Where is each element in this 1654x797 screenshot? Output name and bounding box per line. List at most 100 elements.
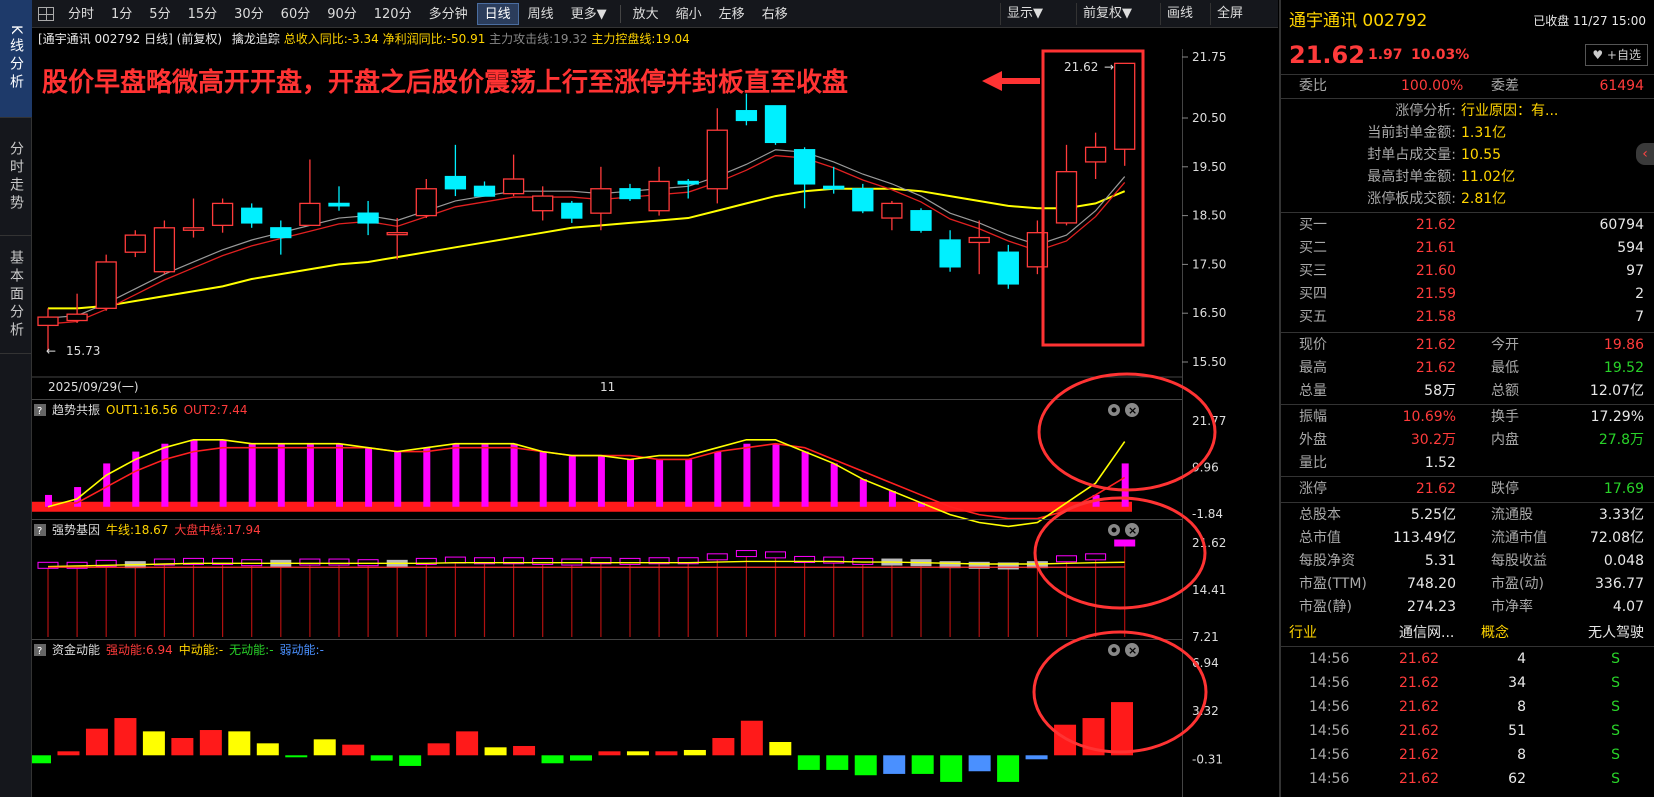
fund-label: 总股本 [1299,507,1341,523]
concept-label[interactable]: 概念 [1481,622,1509,645]
momentum-bar [342,744,365,756]
candle-body [648,180,670,212]
panel1-close-icon[interactable]: × [1125,403,1139,417]
gene-box [1085,553,1107,561]
limit-row: 涨停 21.62 跌停 17.69 [1281,478,1654,501]
momentum-bar [883,755,906,774]
industry-label[interactable]: 行业 [1289,622,1317,645]
chart-action-button[interactable]: 右移 [754,3,796,25]
period-button[interactable]: 30分 [226,3,272,25]
tick-side: S [1611,723,1620,739]
highlight-ellipse-2 [1033,496,1207,610]
period-button[interactable]: 1分 [103,3,140,25]
draw-button[interactable]: 画线 [1160,3,1199,25]
panel2-gear-icon[interactable] [1108,524,1120,536]
fund-value: 113.49亿 [1393,530,1456,546]
panel2-axis-label: 21.62 [1192,536,1226,550]
momentum-bar [228,731,251,756]
bid-level-label: 买五 [1299,309,1327,325]
resonance-bar [336,443,343,507]
candle-body [823,185,845,190]
quote-row: 量比 1.52 [1281,452,1654,475]
fund-label: 流通市值 [1491,530,1547,546]
resonance-bar [248,443,256,507]
momentum-bar [142,731,165,756]
candle-body [764,105,787,144]
limit-analysis-key: 涨停分析: [1395,103,1456,119]
bid-volume: 97 [1626,263,1644,279]
panel2-market: 大盘中线:17.94 [174,522,260,537]
resonance-bar [568,455,576,507]
industry-value[interactable]: 通信网... [1399,622,1454,645]
resonance-bar [539,451,547,507]
panel1-gear-icon[interactable] [1108,404,1120,416]
period-button[interactable]: 15分 [180,3,226,25]
period-button[interactable]: 日线 [476,2,519,25]
stat-value: 21.62 [1415,337,1456,353]
resonance-bar [627,459,634,507]
period-button[interactable]: 多分钟 [421,3,476,25]
tick-side: S [1611,699,1620,715]
momentum-bar [854,755,877,776]
fullscreen-button[interactable]: 全屏 [1210,3,1249,25]
attack-line: 主力攻击线:19.32 [489,32,588,46]
concept-value[interactable]: 无人驾驶 [1588,622,1644,645]
bid-level-label: 买四 [1299,286,1327,302]
chart-action-button[interactable]: 缩小 [668,3,710,25]
candle-body [415,188,437,217]
momentum-bar [456,731,479,756]
chart-area[interactable]: 15.73 ← 21.62 → 2025/09/29(一) 11 股价早盘略微高… [29,49,1278,797]
chart-canvas[interactable]: 15.73 ← 21.62 → 2025/09/29(一) 11 股价早盘略微高… [29,49,1278,797]
quote-panel: 通宇通讯 002792 已收盘 11/27 15:00 21.62 1.97 1… [1279,0,1654,797]
bid-price: 21.61 [1415,240,1456,256]
revenue-yoy: 总收入同比:-3.34 [283,32,379,46]
panel3-close-icon[interactable]: × [1125,643,1139,657]
momentum-bar [911,755,934,774]
fund-value: 336.77 [1595,576,1644,592]
chart-action-button[interactable]: 放大 [625,3,667,25]
period-button[interactable]: 5分 [141,3,178,25]
panel2-close-icon[interactable]: × [1125,523,1139,537]
panel1-axis-label: 21.77 [1192,414,1226,428]
panel1-out1: OUT1:16.56 [106,403,178,417]
period-button[interactable]: 90分 [319,3,365,25]
tick-time: 14:56 [1309,747,1350,763]
period-button[interactable]: 分时 [60,3,102,25]
rail-tab-fundamental[interactable]: 基本面分析 [0,236,32,354]
panel3-gear-icon[interactable] [1108,644,1120,656]
stat-label: 振幅 [1299,409,1327,425]
fund-label: 流通股 [1491,507,1533,523]
tick-price: 21.62 [1399,651,1440,667]
add-watchlist-button[interactable]: ♥ +自选 [1585,44,1648,66]
momentum-bar [797,755,820,770]
momentum-bar [427,743,450,756]
period-button[interactable]: 60分 [273,3,319,25]
period-button[interactable]: 更多▼ [563,3,615,25]
grid-icon[interactable] [38,6,54,21]
adjust-menu[interactable]: 前复权▼ [1076,3,1138,25]
quote-row: 买二 21.61 594 [1281,237,1654,260]
low-price-label: 15.73 [66,344,100,358]
period-button[interactable]: 周线 [520,3,562,25]
limit-analysis-key: 封单占成交量: [1367,147,1456,163]
stat-label: 最高 [1299,360,1327,376]
price-axis-label: 21.75 [1192,50,1226,64]
resonance-bar [481,443,489,507]
chart-action-button[interactable]: 左移 [711,3,753,25]
display-menu[interactable]: 显示▼ [1000,3,1049,25]
rail-tab-intraday[interactable]: 分时走势 [0,118,32,236]
indicator-info-bar: [通宇通讯 002792 日线] (前复权) 擒龙追踪 总收入同比:-3.34 … [32,29,1278,49]
expand-arrow-icon[interactable]: ‹ [1636,143,1654,165]
resonance-bar [45,494,52,507]
panel1-out2: OUT2:7.44 [184,403,248,417]
indicator-name[interactable]: 擒龙追踪 [232,32,280,46]
tick-price: 21.62 [1399,747,1440,763]
gene-box [532,557,554,565]
rail-tab-kline[interactable]: K线分析 [0,0,32,118]
candle-body [37,316,59,327]
gene-box [619,557,641,565]
momentum-bar [370,755,393,761]
period-button[interactable]: 120分 [366,3,420,25]
tick-volume: 8 [1517,699,1526,715]
fund-value: 5.25亿 [1410,507,1456,523]
